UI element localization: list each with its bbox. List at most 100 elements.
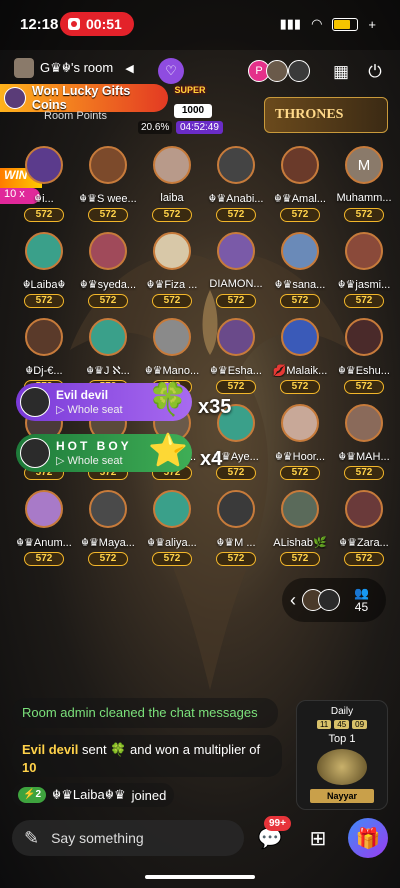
- room-title[interactable]: G♛☬'s room ◀: [14, 57, 134, 79]
- seat-8[interactable]: ☬♛syeda... 572: [72, 232, 144, 320]
- home-indicator[interactable]: [145, 875, 255, 879]
- seat-avatar[interactable]: [217, 146, 255, 184]
- power-icon[interactable]: ⏻: [364, 61, 386, 83]
- seat-24[interactable]: ☬♛MAH... 572: [328, 404, 400, 492]
- seat-avatar[interactable]: [217, 490, 255, 528]
- seat-5[interactable]: ☬♛Amal... 572: [264, 146, 336, 234]
- seat-30[interactable]: ☬♛Zara... 572: [328, 490, 400, 578]
- seat-avatar[interactable]: [345, 232, 383, 270]
- seat-name: ☬i...: [34, 193, 54, 205]
- chat-gift-message: Evil devil sent 🍀 and won a multiplier o…: [12, 735, 282, 777]
- seat-avatar[interactable]: [281, 318, 319, 356]
- seat-3[interactable]: laiba 572: [136, 146, 208, 234]
- countdown-minutes: 45: [334, 720, 350, 729]
- seat-avatar[interactable]: [281, 146, 319, 184]
- seat-score: 572: [152, 552, 192, 566]
- seat-avatar[interactable]: [153, 318, 191, 356]
- seat-avatar[interactable]: [153, 232, 191, 270]
- seat-name: ☬♛jasmi...: [337, 279, 391, 291]
- seat-26[interactable]: ☬♛Maya... 572: [72, 490, 144, 578]
- chat-gift-sender[interactable]: Evil devil: [22, 742, 78, 757]
- grid-menu-icon[interactable]: ⊞: [302, 822, 334, 854]
- seat-avatar[interactable]: [153, 490, 191, 528]
- gift-target: ▷ Whole seat: [56, 455, 123, 467]
- viewer-avatar-2[interactable]: [266, 60, 288, 82]
- online-users-pill[interactable]: ‹ 👥 45: [282, 578, 386, 622]
- seat-score: 572: [344, 466, 384, 480]
- seat-7[interactable]: ☬Laiba☬ 572: [8, 232, 80, 320]
- seat-12[interactable]: ☬♛jasmi... 572: [328, 232, 400, 320]
- battery-icon: [332, 17, 359, 31]
- seat-name: ☬♛Esha...: [210, 365, 262, 377]
- message-placeholder: Say something: [51, 830, 144, 846]
- seat-avatar[interactable]: [281, 490, 319, 528]
- room-score: 1000: [174, 104, 212, 118]
- seat-avatar[interactable]: M: [345, 146, 383, 184]
- seat-avatar[interactable]: [25, 146, 63, 184]
- lucky-gifts-banner[interactable]: Won Lucky Gifts Coins: [0, 84, 168, 112]
- seat-avatar[interactable]: [89, 490, 127, 528]
- seat-2[interactable]: ☬♛S wee... 572: [72, 146, 144, 234]
- clover-gift-icon: 🍀: [148, 381, 188, 417]
- seat-avatar[interactable]: [25, 232, 63, 270]
- seat-avatar[interactable]: [217, 318, 255, 356]
- seat-18[interactable]: ☬♛Eshu... 572: [328, 318, 400, 406]
- seat-6[interactable]: M Muhamm... 572: [328, 146, 400, 234]
- seat-9[interactable]: ☬♛Fiza ... 572: [136, 232, 208, 320]
- seat-name: ☬♛Amal...: [274, 193, 326, 205]
- daily-rank: Top 1: [328, 733, 356, 745]
- message-count-badge: 99+: [264, 816, 291, 831]
- seat-avatar[interactable]: [345, 404, 383, 442]
- seat-name: ☬Laiba☬: [22, 279, 66, 291]
- daily-top-card[interactable]: Daily 11 45 09 Top 1 Nayyar: [296, 700, 388, 810]
- seat-avatar[interactable]: [25, 318, 63, 356]
- system-icons: ▮▮▮ ◠ +: [280, 16, 376, 32]
- chat-of-word: of: [249, 742, 261, 757]
- gift-icon: 🎁: [355, 827, 381, 850]
- signal-icon: ▮▮▮: [279, 16, 302, 31]
- seat-avatar[interactable]: [345, 490, 383, 528]
- calendar-icon[interactable]: ▦: [330, 61, 352, 83]
- seat-27[interactable]: ☬♛aliya... 572: [136, 490, 208, 578]
- thrones-event-banner[interactable]: THRONES: [264, 97, 388, 133]
- seat-11[interactable]: ☬♛sana... 572: [264, 232, 336, 320]
- seat-10[interactable]: DIAMON... 572: [200, 232, 272, 320]
- seat-29[interactable]: ALishab🌿 572: [264, 490, 336, 578]
- seat-23[interactable]: ☬♛Hoor... 572: [264, 404, 336, 492]
- chevron-left-icon[interactable]: ‹: [290, 590, 296, 611]
- gift-multiplier-1: x35: [198, 396, 232, 418]
- gift-sender-avatar: [20, 387, 50, 417]
- seat-avatar[interactable]: [281, 232, 319, 270]
- mute-icon[interactable]: ◀: [125, 62, 133, 75]
- seat-avatar[interactable]: [153, 146, 191, 184]
- join-user[interactable]: ☬♛Laiba☬♛: [52, 787, 126, 803]
- seat-1[interactable]: ☬i... 572: [8, 146, 80, 234]
- seat-score: 572: [344, 552, 384, 566]
- level-number: 2: [35, 789, 42, 800]
- chat-multiplier: 10: [22, 760, 37, 775]
- gift-card-evil-devil[interactable]: Evil devil ▷ Whole seat 🍀: [16, 381, 192, 421]
- seat-25[interactable]: ☬♛Anum... 572: [8, 490, 80, 578]
- seat-avatar[interactable]: [89, 146, 127, 184]
- seat-4[interactable]: ☬♛Anabi... 572: [200, 146, 272, 234]
- seat-16[interactable]: ☬♛Esha... 572: [200, 318, 272, 406]
- chat-gift-text: and won a multiplier: [130, 742, 246, 757]
- gift-button[interactable]: 🎁: [348, 818, 388, 858]
- seat-avatar[interactable]: [89, 318, 127, 356]
- seat-avatar[interactable]: [217, 232, 255, 270]
- seat-17[interactable]: 💋Malaik... 572: [264, 318, 336, 406]
- seat-avatar[interactable]: [281, 404, 319, 442]
- screen-recording-pill[interactable]: 00:51: [60, 12, 134, 36]
- heart-icon: ♡: [165, 63, 177, 78]
- seat-28[interactable]: ☬♛M ... 572: [200, 490, 272, 578]
- seat-score: 572: [216, 294, 256, 308]
- gift-sender-avatar: [20, 438, 50, 468]
- seat-score: 572: [88, 208, 128, 222]
- seat-avatar[interactable]: [89, 232, 127, 270]
- seat-avatar[interactable]: [345, 318, 383, 356]
- message-input[interactable]: ✎ Say something: [12, 820, 244, 856]
- countdown-seconds: 09: [352, 720, 368, 729]
- viewer-avatar-3[interactable]: [288, 60, 310, 82]
- gift-card-hot-boy[interactable]: HOT BOY ▷ Whole seat ⭐: [16, 432, 192, 472]
- seat-avatar[interactable]: [25, 490, 63, 528]
